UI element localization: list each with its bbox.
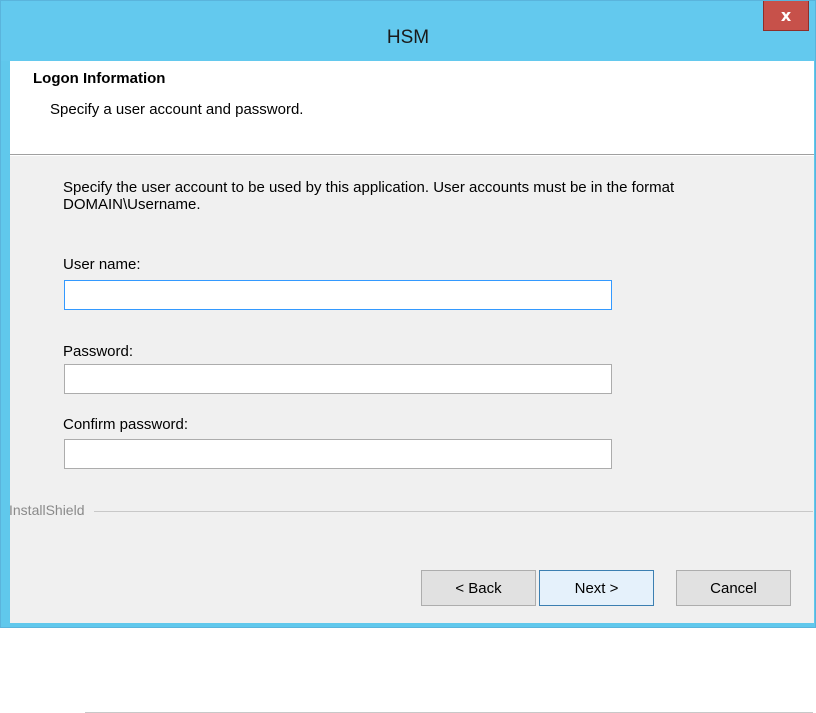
installshield-divider xyxy=(94,511,813,512)
back-button[interactable]: < Back xyxy=(421,570,536,606)
next-button[interactable]: Next > xyxy=(539,570,654,606)
cancel-button[interactable]: Cancel xyxy=(676,570,791,606)
installshield-label: InstallShield xyxy=(9,502,85,518)
